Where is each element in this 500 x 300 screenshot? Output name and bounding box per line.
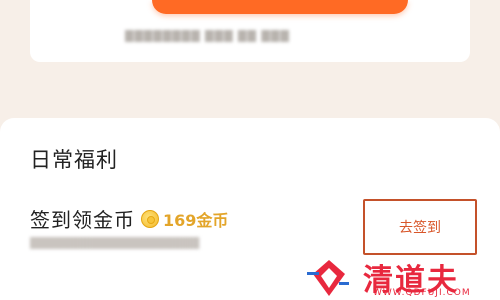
watermark: 清道夫 WWW.QDFUJI.COM <box>305 255 500 300</box>
coin-icon <box>141 210 159 228</box>
task-description: ████████████████████ <box>30 237 200 249</box>
reward-amount: 169金币 <box>163 211 229 230</box>
go-checkin-label: 去签到 <box>399 220 441 236</box>
watermark-url: WWW.QDFUJI.COM <box>373 288 471 298</box>
watermark-logo-icon <box>305 256 351 300</box>
reward: 169金币 <box>141 207 228 231</box>
go-checkin-button[interactable]: 去签到 <box>363 199 477 255</box>
task-name: 签到领金币 <box>30 208 135 232</box>
primary-action-button[interactable] <box>152 0 408 14</box>
section-title: 日常福利 <box>30 148 118 172</box>
hint-text: ████████ ███ ██ ███ <box>125 30 290 42</box>
